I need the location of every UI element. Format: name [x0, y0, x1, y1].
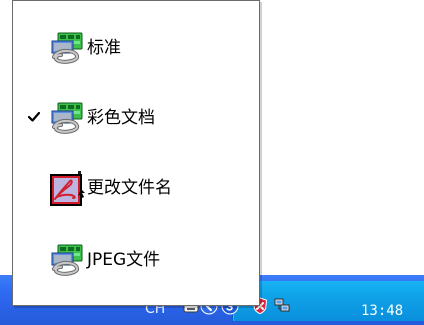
- scanner-icon: [47, 99, 87, 139]
- scanner-icon: [47, 29, 87, 69]
- checkmark-icon: [27, 110, 41, 124]
- menu-item-rename-file[interactable]: 更改文件名: [13, 153, 259, 223]
- scanner-icon: [47, 241, 87, 281]
- menu-item-label: 标准: [87, 38, 121, 58]
- menu-item-color-document[interactable]: 彩色文档: [13, 83, 259, 153]
- menu-item-label: 彩色文档: [87, 108, 155, 128]
- pdf-rename-icon: [47, 169, 87, 209]
- menu-item-label: JPEG文件: [87, 250, 161, 270]
- network-icon[interactable]: [273, 297, 291, 315]
- popup-menu: 标准 彩色文档 更改文件名 JPEG文件: [12, 0, 260, 306]
- clock[interactable]: 13:48: [361, 303, 403, 319]
- menu-item-jpeg-file[interactable]: JPEG文件: [13, 225, 259, 295]
- menu-item-label: 更改文件名: [87, 178, 172, 198]
- menu-item-standard[interactable]: 标准: [13, 13, 259, 83]
